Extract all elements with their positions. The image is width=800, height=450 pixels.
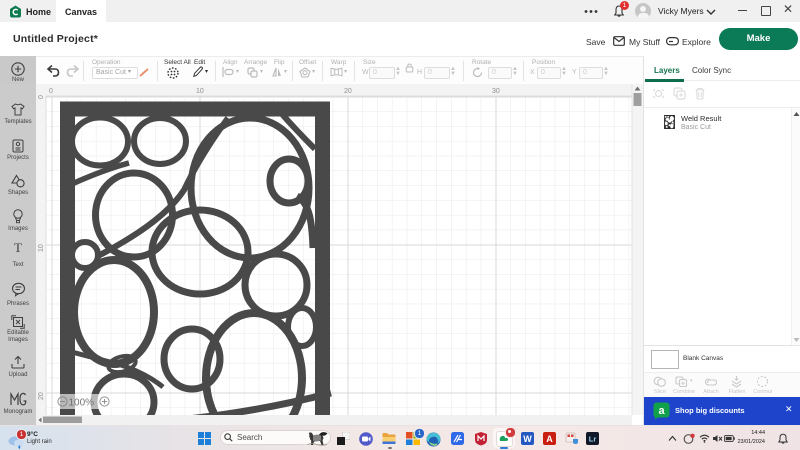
svg-text:A: A xyxy=(546,434,553,444)
svg-text:Lr: Lr xyxy=(589,435,597,444)
svg-text:0: 0 xyxy=(38,95,45,99)
svg-text:W: W xyxy=(523,434,532,444)
svg-text:a: a xyxy=(658,405,665,417)
svg-text:30: 30 xyxy=(492,88,500,95)
svg-text:0: 0 xyxy=(49,88,53,95)
svg-text:20: 20 xyxy=(344,88,352,95)
svg-text:10: 10 xyxy=(196,88,204,95)
svg-text:20: 20 xyxy=(38,392,45,400)
svg-text:10: 10 xyxy=(38,244,45,252)
svg-text:100%: 100% xyxy=(69,398,95,409)
